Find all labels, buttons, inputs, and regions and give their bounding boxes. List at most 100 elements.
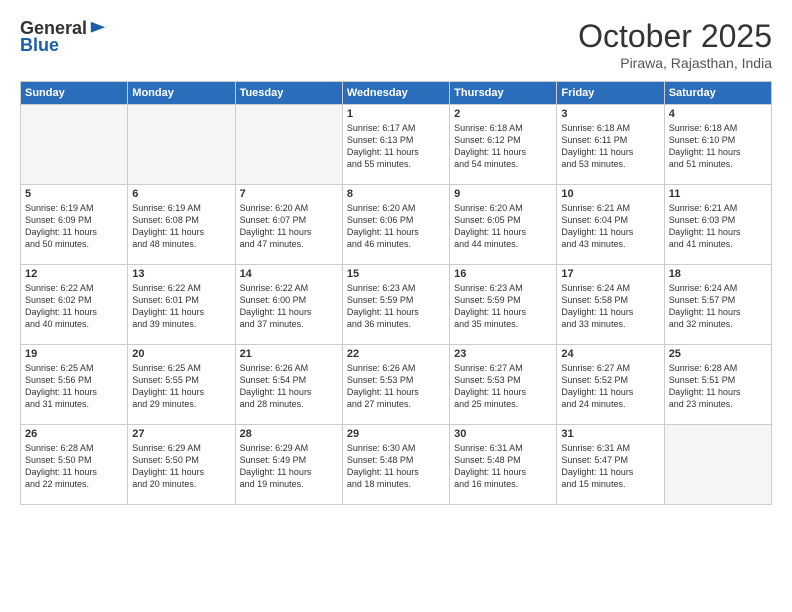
day-number: 10 xyxy=(561,188,659,200)
day-info: Sunrise: 6:21 AM Sunset: 6:03 PM Dayligh… xyxy=(669,202,767,251)
day-info: Sunrise: 6:17 AM Sunset: 6:13 PM Dayligh… xyxy=(347,122,445,171)
calendar-cell: 24 Sunrise: 6:27 AM Sunset: 5:52 PM Dayli… xyxy=(557,345,664,425)
day-number: 24 xyxy=(561,348,659,360)
calendar-cell: 29 Sunrise: 6:30 AM Sunset: 5:48 PM Dayli… xyxy=(342,425,449,505)
day-number: 4 xyxy=(669,108,767,120)
day-number: 2 xyxy=(454,108,552,120)
week-row-3: 12 Sunrise: 6:22 AM Sunset: 6:02 PM Dayli… xyxy=(21,265,772,345)
calendar-cell: 6 Sunrise: 6:19 AM Sunset: 6:08 PM Daylig… xyxy=(128,185,235,265)
calendar-cell: 30Sunrise: 6:31 AM Sunset: 5:48 PM Dayli… xyxy=(450,425,557,505)
day-info: Sunrise: 6:23 AM Sunset: 5:59 PM Dayligh… xyxy=(347,282,445,331)
day-info: Sunrise: 6:31 AM Sunset: 5:47 PM Dayligh… xyxy=(561,442,659,491)
calendar-cell: 21 Sunrise: 6:26 AM Sunset: 5:54 PM Dayli… xyxy=(235,345,342,425)
calendar-cell: 13 Sunrise: 6:22 AM Sunset: 6:01 PM Dayli… xyxy=(128,265,235,345)
calendar-cell: 1 Sunrise: 6:17 AM Sunset: 6:13 PM Daylig… xyxy=(342,105,449,185)
day-info: Sunrise: 6:22 AM Sunset: 6:01 PM Dayligh… xyxy=(132,282,230,331)
day-info: Sunrise: 6:19 AM Sunset: 6:09 PM Dayligh… xyxy=(25,202,123,251)
day-info: Sunrise: 6:23 AM Sunset: 5:59 PM Dayligh… xyxy=(454,282,552,331)
calendar-cell: 20Sunrise: 6:25 AM Sunset: 5:55 PM Dayli… xyxy=(128,345,235,425)
day-info: Sunrise: 6:27 AM Sunset: 5:52 PM Dayligh… xyxy=(561,362,659,411)
day-info: Sunrise: 6:30 AM Sunset: 5:48 PM Dayligh… xyxy=(347,442,445,491)
day-info: Sunrise: 6:18 AM Sunset: 6:10 PM Dayligh… xyxy=(669,122,767,171)
day-number: 28 xyxy=(240,428,338,440)
calendar-cell: 14Sunrise: 6:22 AM Sunset: 6:00 PM Dayli… xyxy=(235,265,342,345)
day-number: 15 xyxy=(347,268,445,280)
day-number: 1 xyxy=(347,108,445,120)
page-header: General Blue October 2025 Pirawa, Rajast… xyxy=(20,18,772,71)
calendar-cell: 4 Sunrise: 6:18 AM Sunset: 6:10 PM Daylig… xyxy=(664,105,771,185)
calendar-cell: 19 Sunrise: 6:25 AM Sunset: 5:56 PM Dayli… xyxy=(21,345,128,425)
day-number: 17 xyxy=(561,268,659,280)
calendar-cell: 23 Sunrise: 6:27 AM Sunset: 5:53 PM Dayli… xyxy=(450,345,557,425)
weekday-header-tuesday: Tuesday xyxy=(235,82,342,105)
calendar-cell: 2 Sunrise: 6:18 AM Sunset: 6:12 PM Daylig… xyxy=(450,105,557,185)
day-number: 18 xyxy=(669,268,767,280)
weekday-header-wednesday: Wednesday xyxy=(342,82,449,105)
calendar-cell: 28 Sunrise: 6:29 AM Sunset: 5:49 PM Dayli… xyxy=(235,425,342,505)
day-number: 23 xyxy=(454,348,552,360)
day-info: Sunrise: 6:24 AM Sunset: 5:57 PM Dayligh… xyxy=(669,282,767,331)
calendar-cell: 17 Sunrise: 6:24 AM Sunset: 5:58 PM Dayli… xyxy=(557,265,664,345)
calendar-cell: 12 Sunrise: 6:22 AM Sunset: 6:02 PM Dayli… xyxy=(21,265,128,345)
day-info: Sunrise: 6:24 AM Sunset: 5:58 PM Dayligh… xyxy=(561,282,659,331)
calendar-cell: 22Sunrise: 6:26 AM Sunset: 5:53 PM Dayli… xyxy=(342,345,449,425)
day-info: Sunrise: 6:20 AM Sunset: 6:06 PM Dayligh… xyxy=(347,202,445,251)
calendar-page: General Blue October 2025 Pirawa, Rajast… xyxy=(0,0,792,612)
calendar-cell: 26Sunrise: 6:28 AM Sunset: 5:50 PM Dayli… xyxy=(21,425,128,505)
calendar-cell: 15 Sunrise: 6:23 AM Sunset: 5:59 PM Dayli… xyxy=(342,265,449,345)
day-info: Sunrise: 6:25 AM Sunset: 5:56 PM Dayligh… xyxy=(25,362,123,411)
week-row-4: 19 Sunrise: 6:25 AM Sunset: 5:56 PM Dayli… xyxy=(21,345,772,425)
calendar-cell xyxy=(664,425,771,505)
day-number: 29 xyxy=(347,428,445,440)
day-info: Sunrise: 6:18 AM Sunset: 6:12 PM Dayligh… xyxy=(454,122,552,171)
day-number: 14 xyxy=(240,268,338,280)
day-number: 3 xyxy=(561,108,659,120)
day-number: 25 xyxy=(669,348,767,360)
day-info: Sunrise: 6:18 AM Sunset: 6:11 PM Dayligh… xyxy=(561,122,659,171)
calendar-cell: 7Sunrise: 6:20 AM Sunset: 6:07 PM Daylig… xyxy=(235,185,342,265)
calendar-cell: 3 Sunrise: 6:18 AM Sunset: 6:11 PM Daylig… xyxy=(557,105,664,185)
calendar-cell: 10Sunrise: 6:21 AM Sunset: 6:04 PM Dayli… xyxy=(557,185,664,265)
title-block: October 2025 Pirawa, Rajasthan, India xyxy=(578,18,772,71)
day-number: 9 xyxy=(454,188,552,200)
weekday-header-row: SundayMondayTuesdayWednesdayThursdayFrid… xyxy=(21,82,772,105)
day-number: 31 xyxy=(561,428,659,440)
day-number: 26 xyxy=(25,428,123,440)
weekday-header-sunday: Sunday xyxy=(21,82,128,105)
weekday-header-thursday: Thursday xyxy=(450,82,557,105)
calendar-cell: 9 Sunrise: 6:20 AM Sunset: 6:05 PM Daylig… xyxy=(450,185,557,265)
calendar-cell: 16 Sunrise: 6:23 AM Sunset: 5:59 PM Dayli… xyxy=(450,265,557,345)
calendar-cell xyxy=(128,105,235,185)
location: Pirawa, Rajasthan, India xyxy=(578,55,772,71)
calendar-cell: 18 Sunrise: 6:24 AM Sunset: 5:57 PM Dayli… xyxy=(664,265,771,345)
day-info: Sunrise: 6:28 AM Sunset: 5:51 PM Dayligh… xyxy=(669,362,767,411)
day-number: 6 xyxy=(132,188,230,200)
day-info: Sunrise: 6:27 AM Sunset: 5:53 PM Dayligh… xyxy=(454,362,552,411)
day-info: Sunrise: 6:20 AM Sunset: 6:05 PM Dayligh… xyxy=(454,202,552,251)
weekday-header-friday: Friday xyxy=(557,82,664,105)
calendar-cell xyxy=(235,105,342,185)
day-number: 19 xyxy=(25,348,123,360)
day-number: 16 xyxy=(454,268,552,280)
day-number: 21 xyxy=(240,348,338,360)
day-info: Sunrise: 6:20 AM Sunset: 6:07 PM Dayligh… xyxy=(240,202,338,251)
weekday-header-saturday: Saturday xyxy=(664,82,771,105)
month-title: October 2025 xyxy=(578,18,772,55)
day-number: 27 xyxy=(132,428,230,440)
day-number: 13 xyxy=(132,268,230,280)
day-info: Sunrise: 6:29 AM Sunset: 5:50 PM Dayligh… xyxy=(132,442,230,491)
day-info: Sunrise: 6:19 AM Sunset: 6:08 PM Dayligh… xyxy=(132,202,230,251)
logo-flag-icon xyxy=(89,20,107,38)
day-info: Sunrise: 6:29 AM Sunset: 5:49 PM Dayligh… xyxy=(240,442,338,491)
calendar-cell: 27 Sunrise: 6:29 AM Sunset: 5:50 PM Dayli… xyxy=(128,425,235,505)
calendar-cell: 5 Sunrise: 6:19 AM Sunset: 6:09 PM Daylig… xyxy=(21,185,128,265)
calendar-cell: 31 Sunrise: 6:31 AM Sunset: 5:47 PM Dayli… xyxy=(557,425,664,505)
day-number: 22 xyxy=(347,348,445,360)
day-number: 12 xyxy=(25,268,123,280)
calendar-cell: 25 Sunrise: 6:28 AM Sunset: 5:51 PM Dayli… xyxy=(664,345,771,425)
day-info: Sunrise: 6:26 AM Sunset: 5:54 PM Dayligh… xyxy=(240,362,338,411)
calendar-cell: 8 Sunrise: 6:20 AM Sunset: 6:06 PM Daylig… xyxy=(342,185,449,265)
day-number: 8 xyxy=(347,188,445,200)
day-number: 5 xyxy=(25,188,123,200)
day-info: Sunrise: 6:22 AM Sunset: 6:02 PM Dayligh… xyxy=(25,282,123,331)
